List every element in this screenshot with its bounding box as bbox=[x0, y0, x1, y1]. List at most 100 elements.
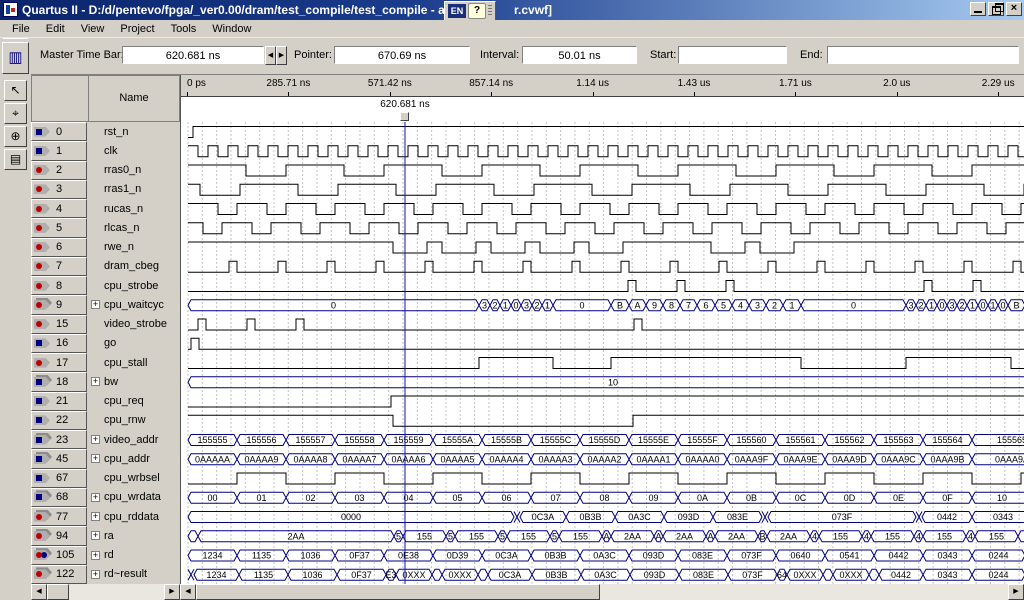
wave-row-cpu_addr[interactable]: 0AAAAA0AAAA90AAAA80AAAA70AAAA60AAAA50AAA… bbox=[188, 454, 1024, 465]
title-bar[interactable]: Quartus II - D:/d/pentevo/fpga/_ver0.00/… bbox=[0, 0, 1024, 20]
master-time-prev-button[interactable]: ◀ bbox=[265, 46, 276, 65]
minimize-button[interactable] bbox=[970, 2, 986, 16]
signal-name[interactable]: cpu_wrbsel bbox=[104, 472, 160, 484]
signal-handle-button[interactable]: 67 bbox=[31, 469, 87, 488]
signal-handle-button[interactable]: 122 bbox=[31, 565, 87, 584]
menu-tools[interactable]: Tools bbox=[163, 22, 205, 36]
name-column-header[interactable]: Name bbox=[88, 75, 180, 122]
signal-name[interactable]: rwe_n bbox=[104, 241, 134, 253]
signal-handle-button[interactable]: 77 bbox=[31, 507, 87, 526]
signal-name[interactable]: video_strobe bbox=[104, 318, 167, 330]
signal-handle-button[interactable]: 17 bbox=[31, 353, 87, 372]
signal-name[interactable]: rucas_n bbox=[104, 203, 143, 215]
wave-row-ra[interactable]: 2AA5155515551555155A2AAA2AAA2AAB2AA41554… bbox=[188, 531, 1024, 542]
wave-row-clk[interactable] bbox=[188, 146, 1024, 157]
expand-icon[interactable]: + bbox=[91, 570, 100, 579]
wave-row-dram_cbeg[interactable] bbox=[188, 261, 1024, 272]
signal-handle-button[interactable]: 8 bbox=[31, 276, 87, 295]
wave-row-rras1_n[interactable] bbox=[188, 184, 1024, 195]
signal-name[interactable]: cpu_addr bbox=[104, 453, 150, 465]
signal-handle-button[interactable]: 6 bbox=[31, 238, 87, 257]
wave-row-cpu_rddata[interactable]: 00000C3A0B3B0A3C093D083E073F04420343 bbox=[188, 512, 1024, 523]
signal-handle-button[interactable]: 2 bbox=[31, 161, 87, 180]
signal-name[interactable]: rst_n bbox=[104, 126, 128, 138]
signal-name[interactable]: ra bbox=[104, 530, 114, 542]
menu-view[interactable]: View bbox=[73, 22, 113, 36]
waveform-scrollbar[interactable]: ◀ ▶ bbox=[180, 584, 1024, 600]
menu-window[interactable]: Window bbox=[204, 22, 259, 36]
signal-name[interactable]: cpu_strobe bbox=[104, 280, 158, 292]
signal-name[interactable]: video_addr bbox=[104, 434, 158, 446]
signal-handle-button[interactable]: 4 bbox=[31, 199, 87, 218]
wave-row-cpu_strobe[interactable] bbox=[188, 281, 1024, 292]
name-scroll-thumb[interactable] bbox=[47, 584, 69, 600]
wave-scroll-left-button[interactable]: ◀ bbox=[180, 584, 196, 600]
signal-handle-button[interactable]: 45 bbox=[31, 449, 87, 468]
restore-button[interactable] bbox=[988, 2, 1004, 16]
signal-handle-button[interactable]: 68 bbox=[31, 488, 87, 507]
signal-handle-button[interactable]: 94 bbox=[31, 526, 87, 545]
close-button[interactable]: × bbox=[1006, 2, 1022, 16]
wave-row-rucas_n[interactable] bbox=[188, 204, 1024, 215]
expand-icon[interactable]: + bbox=[91, 551, 100, 560]
signal-name[interactable]: rras1_n bbox=[104, 183, 141, 195]
expand-icon[interactable]: + bbox=[91, 531, 100, 540]
signal-name[interactable]: cpu_rddata bbox=[104, 511, 159, 523]
signal-name[interactable]: cpu_req bbox=[104, 395, 144, 407]
language-bar[interactable]: EN ? bbox=[444, 1, 496, 21]
expand-icon[interactable]: + bbox=[91, 377, 100, 386]
wave-row-video_strobe[interactable] bbox=[188, 319, 1024, 330]
signal-name[interactable]: dram_cbeg bbox=[104, 260, 159, 272]
master-time-next-button[interactable]: ▶ bbox=[276, 46, 287, 65]
drag-handle-icon[interactable] bbox=[488, 5, 492, 17]
wave-row-rd[interactable]: 1234113510360F370E380D390C3A0B3B0A3C093D… bbox=[188, 550, 1024, 561]
signal-name[interactable]: cpu_rnw bbox=[104, 414, 146, 426]
start-field[interactable] bbox=[678, 46, 787, 64]
wave-row-go[interactable] bbox=[188, 338, 1024, 349]
signal-name[interactable]: cpu_wrdata bbox=[104, 491, 161, 503]
signal-handle-button[interactable]: 3 bbox=[31, 180, 87, 199]
signal-handle-button[interactable]: 18 bbox=[31, 372, 87, 391]
menu-edit[interactable]: Edit bbox=[38, 22, 73, 36]
wave-row-cpu_wrdata[interactable]: 000102030405060708090A0B0C0D0E0F10 bbox=[188, 492, 1024, 503]
signal-name[interactable]: rd~result bbox=[104, 568, 147, 580]
time-bar-tool-icon[interactable]: ⌖ bbox=[4, 103, 27, 124]
menu-file[interactable]: File bbox=[4, 22, 38, 36]
signal-handle-button[interactable]: 7 bbox=[31, 257, 87, 276]
expand-icon[interactable]: + bbox=[91, 435, 100, 444]
name-panel-scrollbar[interactable]: ◀ ▶ bbox=[31, 584, 180, 600]
timeline-ruler[interactable]: 0 ps285.71 ns571.42 ns857.14 ns1.14 us1.… bbox=[181, 75, 1024, 97]
waveform-editor-icon[interactable]: ▥ bbox=[2, 42, 29, 74]
expand-icon[interactable]: + bbox=[91, 454, 100, 463]
selection-tool-icon[interactable]: ↖ bbox=[4, 80, 27, 101]
name-scroll-left-button[interactable]: ◀ bbox=[31, 584, 47, 600]
wave-row-cpu_waitcyc[interactable]: 032103210BA98765432103210321010B bbox=[188, 300, 1024, 311]
expand-icon[interactable]: + bbox=[91, 493, 100, 502]
wave-row-rd~result[interactable]: 1234113510360F37E30XXX0XXX0C3A0B3B0A3C09… bbox=[188, 569, 1024, 580]
name-scroll-right-button[interactable]: ▶ bbox=[164, 584, 180, 600]
signal-handle-button[interactable]: 9 bbox=[31, 295, 87, 314]
signal-handle-button[interactable]: 1 bbox=[31, 141, 87, 160]
wave-row-video_addr[interactable]: 15555515555615555715555815555915555A1555… bbox=[188, 435, 1024, 446]
wave-row-cpu_stall[interactable] bbox=[188, 358, 1024, 369]
marker-strip[interactable]: 620.681 ns bbox=[181, 97, 1024, 122]
signal-handle-button[interactable]: 16 bbox=[31, 334, 87, 353]
wave-row-rwe_n[interactable] bbox=[188, 242, 1024, 253]
wave-row-bw[interactable]: 10 bbox=[188, 377, 1024, 388]
wave-row-rlcas_n[interactable] bbox=[188, 223, 1024, 234]
signal-handle-button[interactable]: 0 bbox=[31, 122, 87, 141]
signal-handle-button[interactable]: 22 bbox=[31, 411, 87, 430]
wave-row-cpu_req[interactable] bbox=[188, 396, 1024, 407]
wave-scroll-right-button[interactable]: ▶ bbox=[1008, 584, 1024, 600]
signal-handle-button[interactable]: 105 bbox=[31, 546, 87, 565]
wave-row-rras0_n[interactable] bbox=[188, 165, 1024, 176]
wave-row-cpu_wrbsel[interactable] bbox=[188, 473, 1024, 484]
signal-handle-button[interactable]: 21 bbox=[31, 392, 87, 411]
wave-scroll-thumb[interactable] bbox=[196, 584, 600, 600]
master-time-marker-handle[interactable] bbox=[400, 112, 409, 121]
signal-name[interactable]: rlcas_n bbox=[104, 222, 139, 234]
signal-name[interactable]: rd bbox=[104, 549, 114, 561]
waveform-canvas[interactable]: 032103210BA98765432103210321010B 10 155555… bbox=[181, 122, 1024, 584]
wave-row-rst_n[interactable] bbox=[188, 127, 1024, 138]
wave-row-cpu_rnw[interactable] bbox=[188, 415, 1024, 426]
